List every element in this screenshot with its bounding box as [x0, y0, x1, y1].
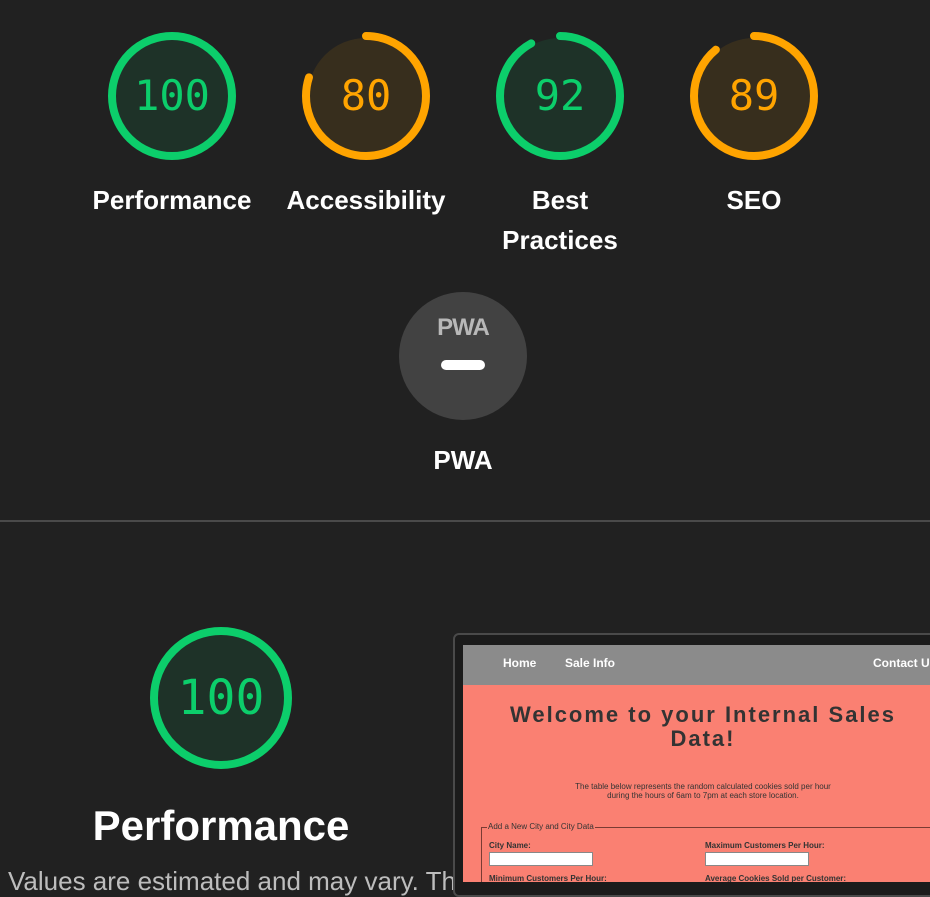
no-score-dash [441, 360, 485, 370]
gauge-seo[interactable]: 89 [690, 32, 818, 160]
thumb-avg-label: Average Cookies Sold per Customer: [705, 874, 847, 882]
thumb-nav: Home Sale Info Contact Us [463, 645, 930, 685]
page-screenshot: Home Sale Info Contact Us Welcome to you… [463, 645, 930, 882]
thumb-city-label: City Name: [489, 841, 531, 850]
score-value: 92 [534, 71, 586, 120]
gauge-label-pwa: PWA [433, 445, 493, 475]
thumb-title: Welcome to your Internal Sales Data! [509, 702, 897, 751]
gauge-performance-large: 100 [150, 627, 292, 769]
section-divider [0, 520, 930, 522]
gauge-label-seo: SEO [726, 185, 782, 215]
score-value: 100 [134, 71, 210, 120]
score-value: 80 [340, 71, 392, 120]
gauge-best-practices[interactable]: 92 [496, 32, 624, 160]
gauge-accessibility[interactable]: 80 [302, 32, 430, 160]
thumb-nav-home: Home [503, 656, 537, 670]
gauge-label-accessibility: Accessibility [286, 185, 446, 215]
score-value: 89 [728, 71, 780, 120]
gauge-performance[interactable]: 100 [108, 32, 236, 160]
thumb-max-input [705, 852, 809, 866]
thumb-max-label: Maximum Customers Per Hour: [705, 841, 825, 850]
thumb-nav-contact: Contact Us [873, 656, 930, 670]
thumb-subtitle: The table below represents the random ca… [575, 782, 831, 800]
pwa-logo-icon: PWA [437, 314, 490, 341]
thumb-legend: Add a New City and City Data [487, 822, 595, 831]
score-value: 100 [177, 670, 265, 726]
section-title: Performance [92, 802, 350, 849]
gauge-label-performance: Performance [92, 185, 252, 215]
gauge-label-best-practices: Best Practices [502, 185, 618, 255]
thumb-city-input [489, 852, 593, 866]
thumb-min-label: Minimum Customers Per Hour: [489, 874, 607, 882]
pwa-badge[interactable]: PWA [399, 292, 527, 420]
thumb-nav-sale-info: Sale Info [565, 656, 616, 670]
